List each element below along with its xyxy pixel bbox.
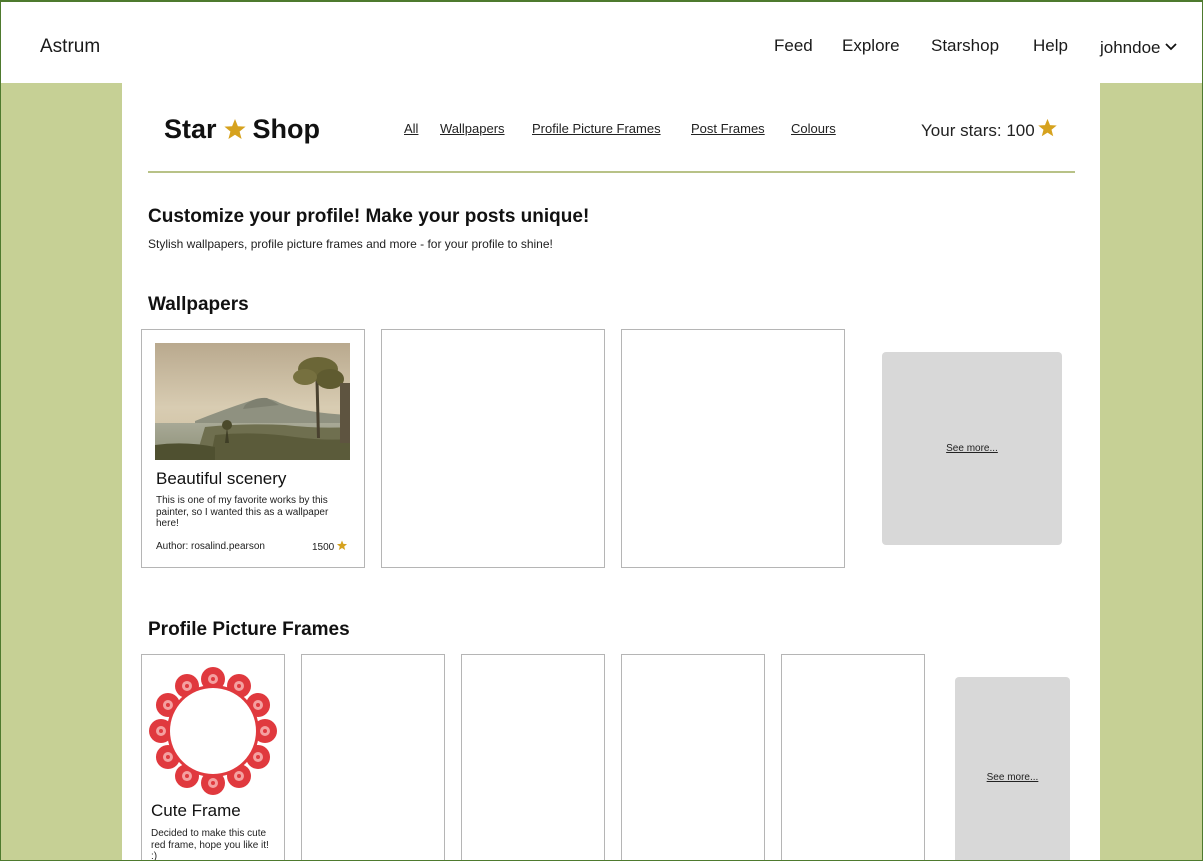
wallpaper-title: Beautiful scenery	[156, 469, 287, 488]
wallpapers-see-more[interactable]: See more...	[882, 352, 1062, 545]
user-menu[interactable]: johndoe	[1100, 36, 1177, 58]
star-icon	[1035, 118, 1058, 143]
frames-see-more[interactable]: See more...	[955, 677, 1070, 861]
nav-explore[interactable]: Explore	[842, 36, 900, 56]
top-navbar: Astrum Feed Explore Starshop Help johndo…	[0, 0, 1203, 83]
wallpaper-description: This is one of my favorite works by this…	[156, 495, 329, 529]
nav-starshop[interactable]: Starshop	[931, 36, 999, 56]
section-title-wallpapers: Wallpapers	[148, 294, 249, 315]
nav-help[interactable]: Help	[1033, 36, 1068, 56]
star-icon	[223, 118, 247, 141]
frame-card-empty[interactable]	[781, 654, 925, 861]
frame-card-featured[interactable]: Cute Frame Decided to make this cute red…	[141, 654, 285, 861]
username: johndoe	[1100, 38, 1161, 57]
frame-card-empty[interactable]	[301, 654, 445, 861]
price-value: 1500	[312, 541, 335, 553]
shop-title: Star Shop	[164, 114, 320, 145]
category-wallpapers[interactable]: Wallpapers	[440, 121, 505, 136]
page-subheadline: Stylish wallpapers, profile picture fram…	[148, 237, 553, 251]
frame-card-empty[interactable]	[461, 654, 605, 861]
category-colours[interactable]: Colours	[791, 121, 836, 136]
nav-feed[interactable]: Feed	[774, 36, 813, 56]
page-headline: Customize your profile! Make your posts …	[148, 206, 590, 227]
wallpaper-price: 1500	[312, 540, 348, 554]
star-icon	[334, 540, 348, 554]
main-nav: Feed Explore Starshop Help johndoe	[0, 36, 1203, 60]
wallpaper-card-empty[interactable]	[621, 329, 845, 568]
wallpaper-author: Author: rosalind.pearson	[156, 541, 265, 552]
shop-title-right: Shop	[252, 114, 321, 144]
category-all[interactable]: All	[404, 121, 418, 136]
header-divider	[148, 171, 1075, 173]
frame-card-empty[interactable]	[621, 654, 765, 861]
category-profile-picture-frames[interactable]: Profile Picture Frames	[532, 121, 661, 136]
main-content: Star Shop All Wallpapers Profile Picture…	[122, 83, 1100, 861]
shop-title-left: Star	[164, 114, 217, 144]
category-post-frames[interactable]: Post Frames	[691, 121, 765, 136]
see-more-link[interactable]: See more...	[946, 443, 998, 454]
stars-balance-label: Your stars: 100	[921, 120, 1035, 140]
wallpaper-card-featured[interactable]: Beautiful scenery This is one of my favo…	[141, 329, 365, 568]
frame-title: Cute Frame	[151, 801, 241, 820]
frame-description: Decided to make this cute red frame, hop…	[151, 828, 269, 861]
stars-balance: Your stars: 100	[921, 118, 1058, 143]
see-more-link[interactable]: See more...	[987, 772, 1039, 783]
wallpaper-thumbnail	[155, 343, 350, 460]
chevron-down-icon	[1164, 36, 1177, 56]
wallpaper-card-empty[interactable]	[381, 329, 605, 568]
frame-thumbnail	[149, 667, 277, 795]
section-title-profile-picture-frames: Profile Picture Frames	[148, 619, 350, 640]
